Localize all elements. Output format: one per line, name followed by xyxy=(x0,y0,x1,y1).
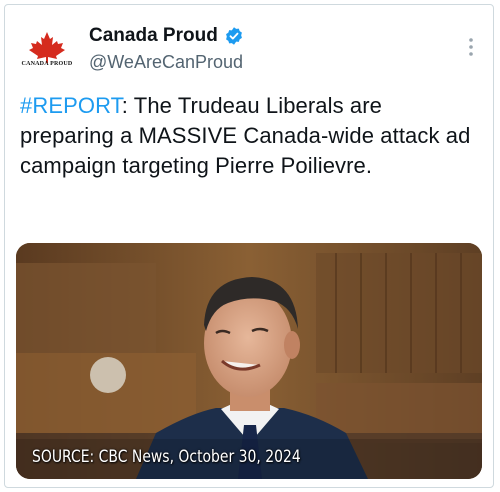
account-handle[interactable]: @WeAreCanProud xyxy=(89,51,244,73)
more-options-icon xyxy=(469,38,473,56)
display-name-row: Canada Proud xyxy=(89,25,244,47)
tweet-text: #REPORT: The Trudeau Liberals are prepar… xyxy=(20,91,480,181)
more-options-button[interactable] xyxy=(461,35,481,59)
media-photo xyxy=(16,243,482,479)
tweet-card: CANADA PROUD Canada Proud @WeAreCanProud… xyxy=(4,4,494,488)
hashtag-link[interactable]: #REPORT xyxy=(20,93,122,118)
display-name[interactable]: Canada Proud xyxy=(89,25,218,47)
tweet-media[interactable]: SOURCE: CBC News, October 30, 2024 xyxy=(16,243,482,479)
tweet-header: CANADA PROUD Canada Proud @WeAreCanProud xyxy=(5,5,493,85)
media-caption: SOURCE: CBC News, October 30, 2024 xyxy=(32,447,301,467)
account-names: Canada Proud @WeAreCanProud xyxy=(89,25,244,73)
avatar-label: CANADA PROUD xyxy=(21,61,73,67)
verified-badge-icon xyxy=(225,27,242,45)
avatar[interactable]: CANADA PROUD xyxy=(21,23,73,75)
maple-leaf-icon xyxy=(29,32,65,63)
